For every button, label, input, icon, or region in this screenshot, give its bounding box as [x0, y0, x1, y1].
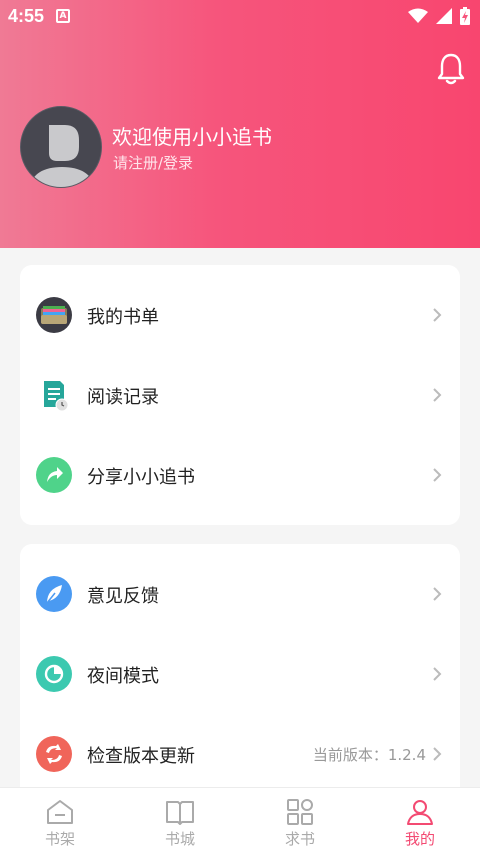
nav-tab-label: 我的 [404, 830, 435, 848]
nav-tab-label: 求书 [284, 830, 315, 848]
menu-item-label: 夜间模式 [87, 666, 159, 687]
night-mode-icon [36, 656, 72, 692]
menu-item-feedback[interactable]: 意见反馈 [20, 554, 460, 634]
chevron-right-icon [433, 667, 442, 681]
nav-tab-bookshelf[interactable]: 书架 [0, 788, 120, 853]
nav-tab-label: 书城 [164, 830, 195, 848]
menu-item-label: 阅读记录 [87, 387, 159, 408]
bookshelf-icon [47, 800, 73, 824]
share-icon [36, 457, 72, 493]
menu-item-label: 检查版本更新 [87, 746, 195, 767]
reading-record-icon [36, 377, 72, 413]
welcome-text: 欢迎使用小小追书 [112, 125, 272, 149]
feedback-icon [36, 576, 72, 612]
avatar[interactable] [20, 106, 102, 188]
menu-item-reading-record[interactable]: 阅读记录 [20, 355, 460, 435]
menu-item-booklist[interactable]: 我的书单 [20, 275, 460, 355]
update-icon [36, 736, 72, 772]
chevron-right-icon [433, 587, 442, 601]
default-avatar-icon [29, 125, 95, 187]
nav-tab-bookstore[interactable]: 书城 [120, 788, 240, 853]
chevron-right-icon [433, 468, 442, 482]
menu-item-night-mode[interactable]: 夜间模式 [20, 634, 460, 714]
chevron-right-icon [433, 747, 442, 761]
menu-item-share[interactable]: 分享小小追书 [20, 435, 460, 515]
chevron-right-icon [433, 388, 442, 402]
booklist-icon [36, 297, 72, 333]
wifi-icon [408, 8, 428, 23]
profile-header: 4:55 A 欢迎使用小小追书 请注册/登录 [0, 0, 480, 248]
nav-tab-label: 书架 [44, 830, 75, 848]
status-bar: 4:55 A [0, 0, 480, 32]
nav-tab-request-book[interactable]: 求书 [240, 788, 360, 853]
nav-tab-profile[interactable]: 我的 [360, 788, 480, 853]
current-version-text: 当前版本：1.2.4 [312, 746, 426, 764]
menu-card-secondary: 意见反馈 夜间模式 检查版本更新 当前版本：1.2.4 [20, 544, 460, 804]
menu-item-label: 分享小小追书 [87, 467, 195, 488]
profile-icon [407, 800, 433, 825]
menu-item-check-update[interactable]: 检查版本更新 当前版本：1.2.4 [20, 714, 460, 794]
menu-item-label: 我的书单 [87, 307, 159, 328]
bookstore-icon [166, 801, 194, 825]
login-register-link[interactable]: 请注册/登录 [113, 152, 193, 173]
status-time: 4:55 [8, 5, 45, 26]
menu-item-label: 意见反馈 [87, 586, 159, 607]
request-book-icon [287, 799, 313, 825]
bottom-navigation: 书架 书城 求书 我的 [0, 787, 480, 853]
notification-bell-icon[interactable] [436, 52, 466, 86]
chevron-right-icon [433, 308, 442, 322]
signal-icon [436, 8, 452, 24]
battery-icon [460, 7, 470, 25]
menu-card-primary: 我的书单 阅读记录 分享小小追书 [20, 265, 460, 525]
notification-badge-icon: A [56, 9, 71, 23]
